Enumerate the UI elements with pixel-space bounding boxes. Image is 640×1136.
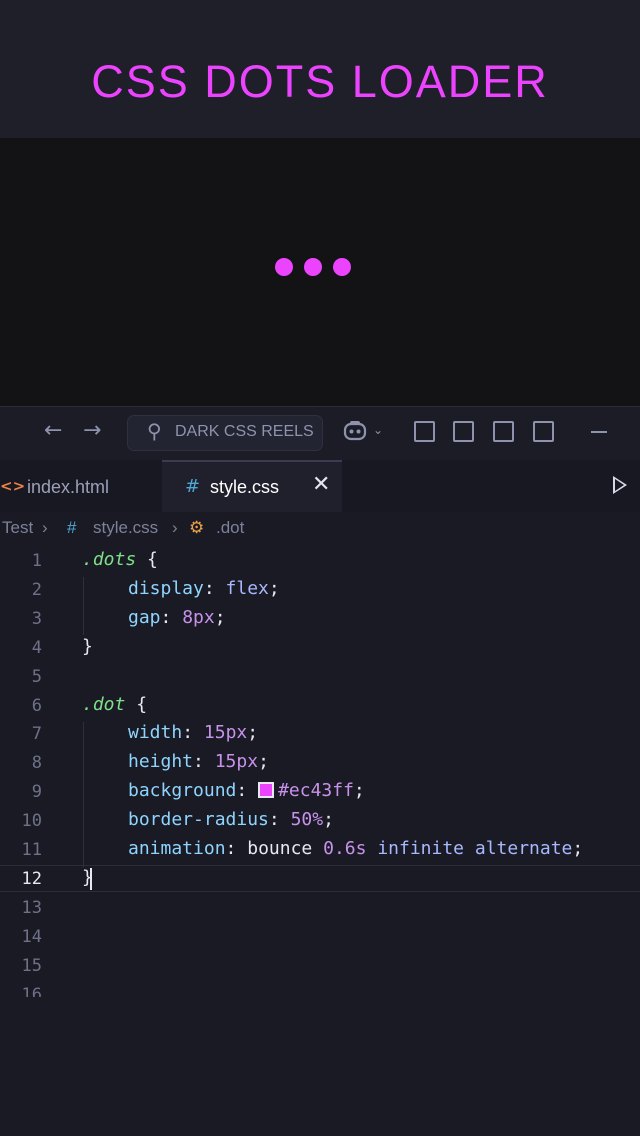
line-number: 1: [31, 551, 42, 571]
line-number: 13: [21, 898, 42, 918]
line-number: 16: [21, 985, 42, 997]
line-number: 7: [31, 724, 42, 744]
code-line-3[interactable]: gap: 8px;: [128, 607, 226, 628]
line-number: 6: [31, 696, 42, 716]
symbol-class-icon: ⚙: [189, 518, 205, 537]
tab-label-style[interactable]: style.css: [210, 477, 279, 498]
line-number: 2: [31, 580, 42, 600]
chevron-right-icon: ›: [172, 518, 178, 537]
line-number: 14: [21, 927, 42, 947]
breadcrumb-folder[interactable]: Test: [2, 518, 33, 538]
search-text: DARK CSS REELS: [175, 423, 314, 440]
loader-dot-3: [333, 258, 351, 276]
code-editor: [0, 406, 640, 1136]
indent-guide: [83, 577, 84, 635]
forward-arrow-icon[interactable]: →: [83, 418, 101, 443]
search-icon: ⚲: [147, 419, 162, 443]
minimize-icon[interactable]: [591, 431, 607, 433]
chevron-right-icon: ›: [42, 518, 48, 537]
text-cursor: [90, 868, 92, 890]
loader-dot-2: [304, 258, 322, 276]
line-number: 11: [21, 840, 42, 860]
breadcrumb-symbol[interactable]: .dot: [216, 518, 244, 538]
color-swatch[interactable]: [258, 782, 275, 798]
line-number-current: 12: [21, 869, 42, 889]
toggle-panel-icon[interactable]: [493, 421, 514, 442]
back-arrow-icon[interactable]: ←: [44, 418, 62, 443]
line-number: 9: [31, 782, 42, 802]
code-line-7[interactable]: width: 15px;: [128, 722, 258, 743]
chevron-down-icon[interactable]: ⌄: [373, 423, 383, 437]
close-icon[interactable]: ✕: [312, 472, 330, 497]
copilot-icon[interactable]: [343, 420, 367, 442]
loader-dot-1: [275, 258, 293, 276]
run-icon[interactable]: [613, 476, 627, 494]
css-file-icon: #: [67, 518, 77, 537]
dots-loader: [275, 258, 351, 276]
html-file-icon: <>: [0, 477, 26, 495]
code-line-8[interactable]: height: 15px;: [128, 751, 269, 772]
toggle-secondary-sidebar-icon[interactable]: [533, 421, 554, 442]
line-number: 4: [31, 638, 42, 658]
code-line-1[interactable]: .dots {: [82, 549, 158, 570]
customize-layout-icon[interactable]: [414, 421, 435, 442]
line-number: 10: [21, 811, 42, 831]
code-line-9[interactable]: background: #ec43ff;: [128, 780, 365, 801]
page-title: CSS DOTS LOADER: [91, 56, 549, 107]
tab-label-index[interactable]: index.html: [27, 477, 109, 498]
code-line-10[interactable]: border-radius: 50%;: [128, 809, 334, 830]
current-line-highlight: [0, 865, 640, 892]
line-number: 5: [31, 667, 42, 687]
code-line-11[interactable]: animation: bounce 0.6s infinite alternat…: [128, 838, 583, 859]
line-number: 3: [31, 609, 42, 629]
breadcrumb-file[interactable]: style.css: [93, 518, 158, 538]
toggle-primary-sidebar-icon[interactable]: [453, 421, 474, 442]
code-line-2[interactable]: display: flex;: [128, 578, 280, 599]
css-file-icon: #: [185, 476, 201, 497]
line-number: 8: [31, 753, 42, 773]
code-line-6[interactable]: .dot {: [82, 694, 147, 715]
code-line-4[interactable]: }: [82, 636, 93, 657]
indent-guide: [83, 722, 84, 867]
line-number: 15: [21, 956, 42, 976]
